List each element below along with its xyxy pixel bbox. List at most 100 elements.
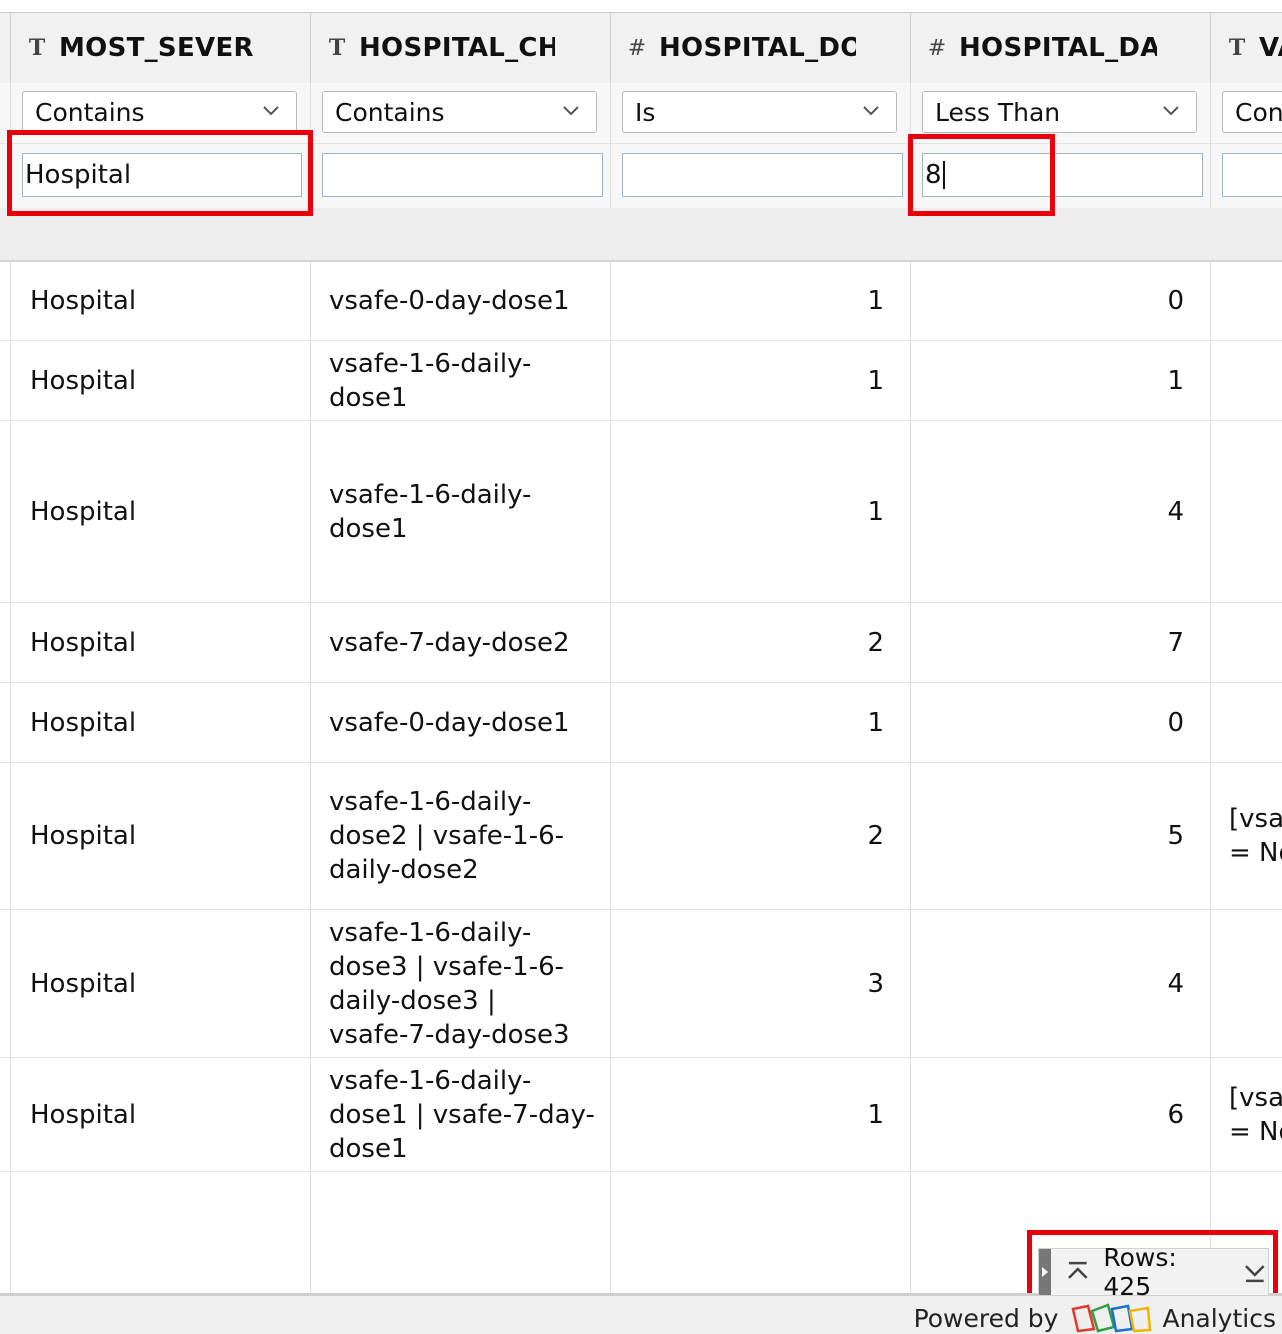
table-row[interactable]: Hospital vsafe-1-6-daily- dose1 | vsafe-7… — [0, 1058, 1282, 1172]
table-cell: 0 — [911, 683, 1211, 762]
cell-value: vsafe-1-6-daily- dose1 | vsafe-7-day- do… — [329, 1065, 595, 1164]
table-row[interactable]: Hospital vsafe-7-day-dose2 2 7 — [0, 603, 1282, 683]
highlight-box — [7, 130, 313, 216]
cell-value: 5 — [1167, 821, 1184, 851]
cell-value: Hospital — [30, 627, 137, 658]
scroll-to-top-icon[interactable] — [1065, 1259, 1091, 1285]
highlight-box — [908, 134, 1055, 216]
filter-operator-select[interactable]: Is — [622, 91, 897, 133]
row-count-widget: Rows: 425 — [1038, 1243, 1269, 1301]
cell-value: Hospital — [30, 1099, 137, 1130]
filter-operator-select[interactable]: Contains — [322, 91, 597, 133]
table-cell: Hospital — [11, 421, 311, 602]
column-header-most-severe[interactable]: T MOST_SEVERE_ — [11, 13, 311, 83]
table-cell: Hospital — [11, 683, 311, 762]
caret-right-icon — [1041, 1267, 1048, 1277]
cell-value: [vsaf = No — [1229, 804, 1282, 868]
cell-value: Hospital — [30, 286, 137, 316]
column-header-va[interactable]: T VA — [1211, 13, 1282, 83]
filter-value-input[interactable] — [1222, 153, 1282, 197]
table-row[interactable]: Hospital vsafe-0-day-dose1 1 0 — [0, 262, 1282, 341]
table-cell — [1211, 603, 1282, 682]
cell-value: 1 — [867, 286, 884, 316]
table-row[interactable]: Hospital vsafe-1-6-daily- dose3 | vsafe-1… — [0, 910, 1282, 1058]
table-cell: Hospital — [11, 1058, 311, 1171]
header-row: T MOST_SEVERE_ T HOSPITAL_CHE # HOSPITAL… — [0, 12, 1282, 84]
table-cell — [1211, 421, 1282, 602]
table-cell: Hospital — [11, 262, 311, 340]
table-cell: 4 — [911, 910, 1211, 1057]
cell-value: Hospital — [30, 496, 137, 527]
chevron-down-icon — [1163, 106, 1179, 116]
cell-value: vsafe-1-6-daily- dose1 — [329, 479, 532, 544]
cell-value: vsafe-1-6-daily- dose3 | vsafe-1-6- dail… — [329, 917, 570, 1050]
table-cell: 1 — [611, 1058, 911, 1171]
table-cell: vsafe-1-6-daily- dose3 | vsafe-1-6- dail… — [311, 910, 611, 1057]
table-cell: 5 — [911, 763, 1211, 909]
cell-value: 1 — [867, 707, 884, 738]
row-count-label: Rows: 425 — [1103, 1243, 1177, 1301]
cell-value: 4 — [1167, 496, 1184, 527]
cell-value: 2 — [867, 627, 884, 658]
table-row[interactable]: Hospital vsafe-0-day-dose1 1 0 — [0, 683, 1282, 763]
cell-value: 3 — [867, 968, 884, 999]
column-name: HOSPITAL_CHE — [359, 33, 555, 63]
table-cell: 4 — [911, 421, 1211, 602]
column-header-hospital-day[interactable]: # HOSPITAL_DAY — [911, 13, 1211, 83]
column-header-hospital-che[interactable]: T HOSPITAL_CHE — [311, 13, 611, 83]
cell-value: Hospital — [30, 821, 137, 851]
table-cell: 2 — [611, 603, 911, 682]
table-cell: 2 — [611, 763, 911, 909]
cell-value: 0 — [1167, 707, 1184, 738]
collapse-handle[interactable] — [1039, 1249, 1051, 1295]
column-header-hospital-dos[interactable]: # HOSPITAL_DOS — [611, 13, 911, 83]
table-cell: 1 — [611, 683, 911, 762]
table-cell: 3 — [611, 910, 911, 1057]
table-cell — [1211, 683, 1282, 762]
table-cell: Hospital — [11, 603, 311, 682]
table-cell: vsafe-1-6-daily- dose1 — [311, 421, 611, 602]
cell-value: 7 — [1167, 627, 1184, 658]
cell-value: 1 — [867, 365, 884, 396]
scroll-to-bottom-icon[interactable] — [1242, 1259, 1268, 1285]
cell-value: 1 — [1167, 365, 1184, 396]
table-cell: vsafe-1-6-daily- dose2 | vsafe-1-6- dail… — [311, 763, 611, 909]
cell-value: Hospital — [30, 707, 137, 738]
filter-operator-select[interactable]: Contains — [22, 91, 297, 133]
table-cell: 1 — [611, 262, 911, 340]
chevron-down-icon — [563, 106, 579, 116]
cell-value: [vsaf = No — [1229, 1082, 1282, 1147]
table-cell: vsafe-1-6-daily- dose1 — [311, 341, 611, 420]
filter-value-input[interactable] — [322, 153, 603, 197]
chevron-down-icon — [263, 106, 279, 116]
table-row[interactable]: Hospital vsafe-1-6-daily- dose2 | vsafe-1… — [0, 763, 1282, 910]
filter-operator-select[interactable]: Con — [1222, 91, 1282, 133]
table-cell: Hospital — [11, 341, 311, 420]
table-cell: 7 — [911, 603, 1211, 682]
table-cell — [1211, 341, 1282, 420]
table-cell: 0 — [911, 262, 1211, 340]
table-cell: vsafe-7-day-dose2 — [311, 603, 611, 682]
text-type-icon: T — [328, 35, 346, 61]
table-cell: vsafe-1-6-daily- — [311, 1172, 611, 1295]
number-type-icon: # — [627, 35, 647, 61]
chevron-down-icon — [863, 106, 879, 116]
table-cell — [611, 1172, 911, 1295]
table-cell — [1211, 910, 1282, 1057]
cell-value: Hospital — [30, 968, 137, 999]
cell-value: vsafe-7-day-dose2 — [329, 627, 570, 658]
filter-operator-select[interactable]: Less Than — [922, 91, 1197, 133]
column-name: MOST_SEVERE_ — [59, 33, 253, 63]
table-cell: 1 — [611, 341, 911, 420]
table-cell: 1 — [911, 341, 1211, 420]
cell-value: 1 — [867, 1099, 884, 1130]
table-cell: [vsaf = No — [1211, 1058, 1282, 1171]
text-type-icon: T — [28, 35, 46, 61]
table-row[interactable]: Hospital vsafe-1-6-daily- dose1 1 1 — [0, 341, 1282, 421]
table-cell: vsafe-1-6-daily- dose1 | vsafe-7-day- do… — [311, 1058, 611, 1171]
cell-value: vsafe-0-day-dose1 — [329, 707, 570, 738]
filter-value-input[interactable] — [622, 153, 903, 197]
cell-value: 4 — [1167, 968, 1184, 999]
table-row[interactable]: Hospital vsafe-1-6-daily- dose1 1 4 — [0, 421, 1282, 603]
table-cell: vsafe-0-day-dose1 — [311, 683, 611, 762]
